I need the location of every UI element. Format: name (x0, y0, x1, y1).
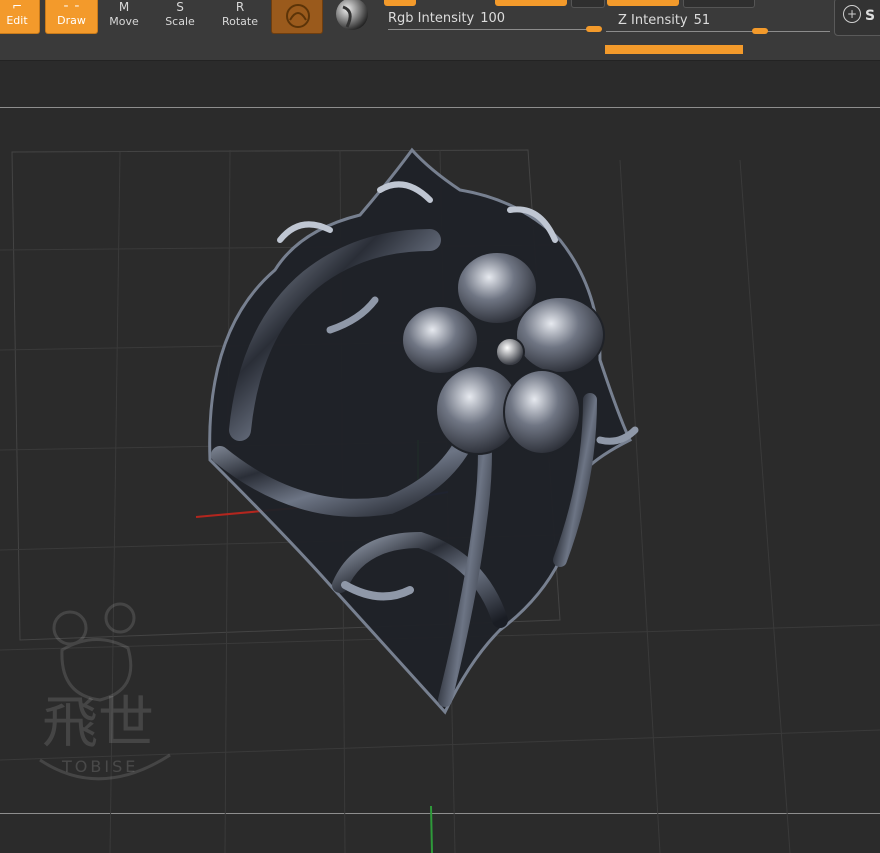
move-button[interactable]: M Move (100, 0, 148, 34)
matcap-sphere-icon[interactable] (333, 0, 371, 35)
z-intensity-value: 51 (693, 13, 711, 28)
scale-label: Scale (165, 15, 195, 28)
snapshot-button[interactable]: + S (834, 0, 880, 36)
viewport-scene: 飛世 TOBISE (0, 147, 880, 853)
draw-button[interactable]: ╴╶ Draw (45, 0, 98, 34)
watermark-latin: TOBISE (61, 757, 138, 776)
rgb-intensity-slider-label: Rgb Intensity 100 (388, 11, 505, 26)
brush-tab[interactable] (384, 0, 416, 6)
z-intensity-handle[interactable] (752, 28, 769, 34)
rgb-intensity-label: Rgb Intensity (388, 11, 475, 26)
top-toolbar: ⌐ Edit ╴╶ Draw M Move S Scale R Rotate R… (0, 0, 880, 61)
rgb-intensity-handle[interactable] (586, 26, 602, 32)
z-intensity-indicator (605, 45, 743, 54)
texture-tab[interactable] (607, 0, 679, 6)
draw-icon: ╴╶ (64, 0, 79, 13)
zadd-tab[interactable] (683, 0, 755, 8)
z-intensity-label: Z Intensity (618, 13, 688, 28)
plus-icon: + (843, 5, 861, 23)
alpha-tab[interactable] (571, 0, 605, 8)
metal-ring-model (208, 147, 639, 715)
rotate-button[interactable]: R Rotate (214, 0, 266, 34)
rotate-label: Rotate (221, 15, 258, 28)
edit-button[interactable]: ⌐ Edit (0, 0, 40, 34)
material-sphere-icon (286, 4, 310, 28)
z-intensity-slider[interactable] (606, 31, 830, 32)
move-label: Move (109, 15, 139, 28)
edit-icon: ⌐ (11, 0, 23, 13)
rgb-intensity-slider[interactable] (388, 29, 600, 30)
scale-icon: S (176, 0, 184, 14)
document-canvas[interactable]: 飛世 TOBISE (0, 61, 880, 853)
watermark-cjk: 飛世 (42, 691, 154, 756)
scale-button[interactable]: S Scale (155, 0, 205, 34)
rgb-intensity-value: 100 (480, 11, 506, 26)
move-icon: M (118, 0, 130, 14)
material-button[interactable] (271, 0, 323, 34)
rotate-icon: R (235, 0, 245, 14)
edit-label: Edit (6, 14, 28, 27)
snapshot-label: S (865, 8, 876, 24)
z-intensity-slider-label: Z Intensity 51 (618, 13, 710, 28)
stroke-tab[interactable] (495, 0, 567, 6)
world-y-axis (430, 805, 433, 853)
draw-label: Draw (57, 14, 86, 27)
